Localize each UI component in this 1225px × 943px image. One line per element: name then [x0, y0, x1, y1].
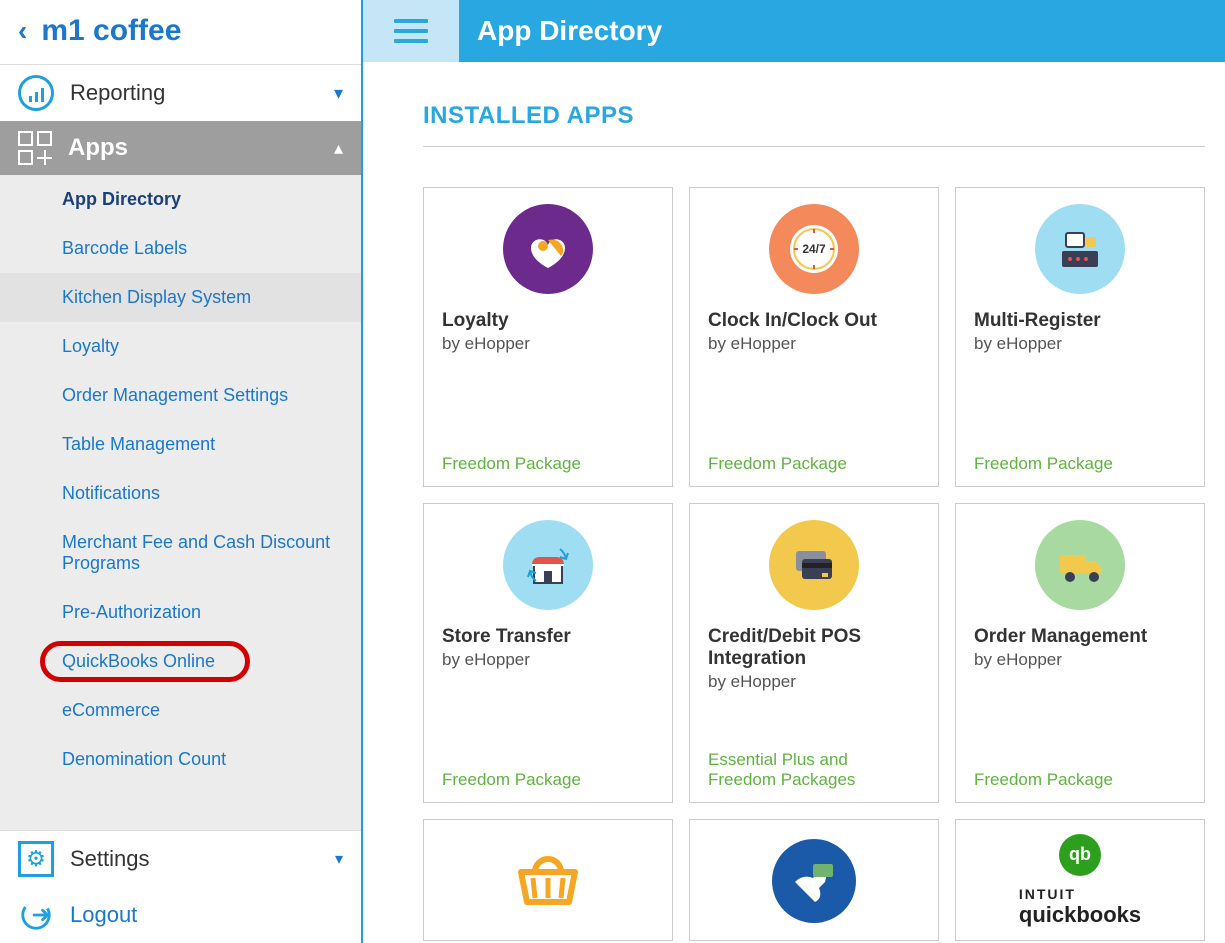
app-grid: Loyalty by eHopper Freedom Package 24/7 … — [423, 187, 1205, 941]
subnav-order-management-settings[interactable]: Order Management Settings — [0, 371, 361, 420]
payment-icon — [772, 839, 856, 923]
sidebar-item-reporting[interactable]: Reporting ▾ — [0, 64, 361, 121]
main: App Directory INSTALLED APPS Loyalty by … — [363, 0, 1225, 943]
apps-icon — [18, 131, 52, 165]
logout-icon — [18, 897, 54, 933]
basket-icon — [511, 848, 585, 913]
quickbooks-icon: qb — [1059, 834, 1101, 876]
brand-title: m1 coffee — [41, 14, 181, 48]
subnav-ecommerce[interactable]: eCommerce — [0, 686, 361, 735]
app-card-clock[interactable]: 24/7 Clock In/Clock Out by eHopper Freed… — [689, 187, 939, 487]
subnav-denomination-count[interactable]: Denomination Count — [0, 735, 361, 784]
sidebar-item-label: Apps — [68, 134, 128, 162]
app-card-loyalty[interactable]: Loyalty by eHopper Freedom Package — [423, 187, 673, 487]
app-card-title: Credit/Debit POS Integration — [708, 626, 920, 670]
content: INSTALLED APPS Loyalty by eHopper Freedo… — [363, 62, 1225, 943]
topbar: App Directory — [363, 0, 1225, 62]
chart-icon — [18, 75, 54, 111]
quickbooks-brand-bottom: quickbooks — [1019, 902, 1141, 928]
app-card-title: Clock In/Clock Out — [708, 310, 920, 332]
subnav-quickbooks-online[interactable]: QuickBooks Online — [0, 637, 361, 686]
sidebar-header: ‹ m1 coffee — [0, 0, 361, 64]
quickbooks-brand-top: INTUIT — [1019, 886, 1141, 902]
subnav-pre-authorization[interactable]: Pre-Authorization — [0, 588, 361, 637]
app-card-package: Freedom Package — [974, 770, 1186, 790]
app-card-payment[interactable] — [689, 819, 939, 941]
app-card-store-transfer[interactable]: Store Transfer by eHopper Freedom Packag… — [423, 503, 673, 803]
section-heading: INSTALLED APPS — [423, 102, 1205, 147]
back-icon[interactable]: ‹ — [18, 15, 27, 47]
subnav-barcode-labels[interactable]: Barcode Labels — [0, 224, 361, 273]
app-card-package: Freedom Package — [442, 770, 654, 790]
page-title: App Directory — [459, 0, 662, 62]
app-card-title: Multi-Register — [974, 310, 1186, 332]
quickbooks-brand: INTUIT quickbooks — [1019, 886, 1141, 928]
app-card-package: Essential Plus and Freedom Packages — [708, 750, 920, 790]
app-card-vendor: by eHopper — [974, 650, 1186, 670]
chevron-down-icon: ▾ — [334, 83, 343, 104]
gear-icon: ⚙ — [18, 841, 54, 877]
credit-card-icon — [769, 520, 859, 610]
app-card-vendor: by eHopper — [442, 334, 654, 354]
truck-icon — [1035, 520, 1125, 610]
chevron-up-icon: ▴ — [334, 138, 343, 159]
sidebar-subnav: App Directory Barcode Labels Kitchen Dis… — [0, 175, 361, 830]
subnav-loyalty[interactable]: Loyalty — [0, 322, 361, 371]
sidebar-item-label: Logout — [70, 902, 137, 928]
app-card-quickbooks[interactable]: qb INTUIT quickbooks — [955, 819, 1205, 941]
app-card-package: Freedom Package — [708, 454, 920, 474]
app-card-vendor: by eHopper — [708, 672, 920, 692]
sidebar-item-apps[interactable]: Apps ▴ — [0, 121, 361, 175]
app-card-vendor: by eHopper — [442, 650, 654, 670]
app-card-basket[interactable] — [423, 819, 673, 941]
subnav-kitchen-display-system[interactable]: Kitchen Display System — [0, 273, 361, 322]
app-card-package: Freedom Package — [974, 454, 1186, 474]
sidebar-item-label: Reporting — [70, 80, 165, 106]
app-card-package: Freedom Package — [442, 454, 654, 474]
sidebar: ‹ m1 coffee Reporting ▾ Apps ▴ App Direc… — [0, 0, 363, 943]
app-card-multi-register[interactable]: Multi-Register by eHopper Freedom Packag… — [955, 187, 1205, 487]
sidebar-item-label: Settings — [70, 846, 150, 872]
register-icon — [1035, 204, 1125, 294]
subnav-table-management[interactable]: Table Management — [0, 420, 361, 469]
app-card-title: Order Management — [974, 626, 1186, 648]
chevron-down-icon: ▾ — [335, 849, 343, 869]
hamburger-icon — [394, 19, 428, 43]
hamburger-button[interactable] — [363, 0, 459, 62]
subnav-app-directory[interactable]: App Directory — [0, 175, 361, 224]
subnav-merchant-fee[interactable]: Merchant Fee and Cash Discount Programs — [0, 518, 361, 588]
subnav-item-label: QuickBooks Online — [62, 651, 215, 671]
subnav-notifications[interactable]: Notifications — [0, 469, 361, 518]
clock-icon: 24/7 — [769, 204, 859, 294]
app-card-credit-debit[interactable]: Credit/Debit POS Integration by eHopper … — [689, 503, 939, 803]
app-card-vendor: by eHopper — [708, 334, 920, 354]
app-card-vendor: by eHopper — [974, 334, 1186, 354]
sidebar-item-logout[interactable]: Logout — [0, 887, 361, 943]
loyalty-icon — [503, 204, 593, 294]
store-transfer-icon — [503, 520, 593, 610]
svg-text:24/7: 24/7 — [802, 242, 826, 256]
sidebar-item-settings[interactable]: ⚙ Settings ▾ — [0, 830, 361, 887]
app-card-title: Store Transfer — [442, 626, 654, 648]
app-card-title: Loyalty — [442, 310, 654, 332]
app-card-order-management[interactable]: Order Management by eHopper Freedom Pack… — [955, 503, 1205, 803]
